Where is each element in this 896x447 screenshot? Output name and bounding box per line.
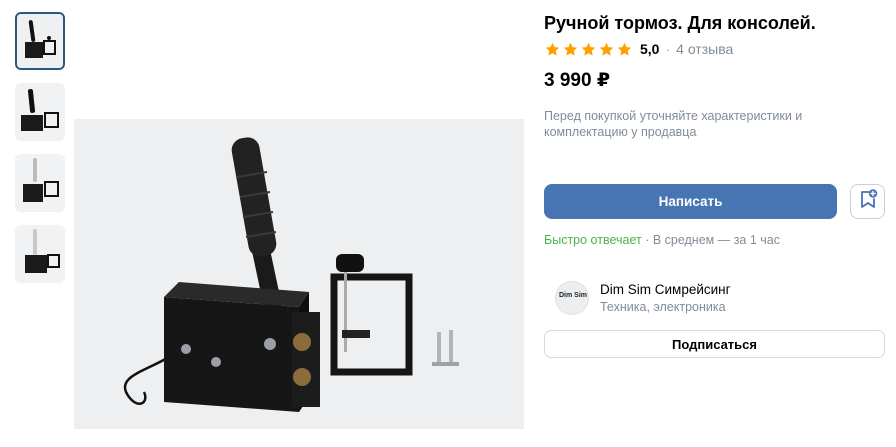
product-title: Ручной тормоз. Для консолей. bbox=[544, 13, 816, 33]
thumbnail-2[interactable] bbox=[15, 83, 65, 141]
seller-category: Техника, электроника bbox=[600, 300, 726, 314]
bookmark-add-icon bbox=[858, 188, 878, 215]
rating-stars bbox=[544, 41, 633, 58]
rating-row: 5,0 · 4 отзыва bbox=[544, 40, 733, 58]
star-icon bbox=[563, 42, 578, 56]
write-button[interactable]: Написать bbox=[544, 184, 837, 219]
seller-name[interactable]: Dim Sim Симрейсинг bbox=[600, 282, 731, 297]
product-image[interactable] bbox=[74, 12, 524, 447]
seller-avatar[interactable]: Dim Sim bbox=[555, 281, 589, 315]
thumbnail-4[interactable] bbox=[15, 225, 65, 283]
rating-value: 5,0 bbox=[640, 41, 660, 57]
separator: · bbox=[665, 41, 671, 57]
star-icon bbox=[617, 42, 632, 56]
thumbnail-strip bbox=[15, 12, 65, 296]
response-fast-label: Быстро отвечает bbox=[544, 233, 642, 247]
reviews-link[interactable]: 4 отзыва bbox=[676, 41, 733, 57]
thumbnail-1[interactable] bbox=[15, 12, 65, 70]
seller-avatar-text: Dim Sim bbox=[559, 292, 588, 299]
response-average: · В среднем — за 1 час bbox=[641, 233, 780, 247]
seller-note: Перед покупкой уточняйте характеристики … bbox=[544, 109, 803, 139]
subscribe-button[interactable]: Подписаться bbox=[544, 330, 885, 358]
thumbnail-3[interactable] bbox=[15, 154, 65, 212]
star-icon bbox=[581, 42, 596, 56]
star-icon bbox=[599, 42, 614, 56]
response-time: Быстро отвечает · В среднем — за 1 час bbox=[544, 233, 780, 247]
product-price: 3 990 ₽ bbox=[544, 70, 611, 91]
bookmark-button[interactable] bbox=[850, 184, 885, 219]
star-icon bbox=[545, 42, 560, 56]
